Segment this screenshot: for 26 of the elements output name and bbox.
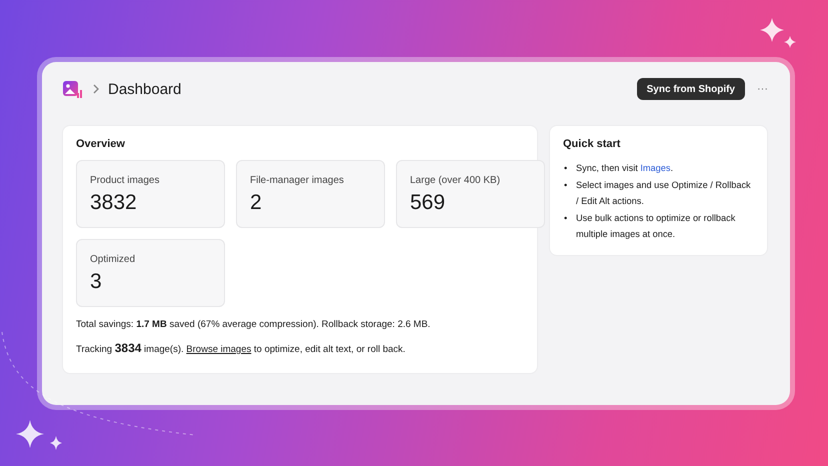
- stat-label: File-manager images: [250, 175, 345, 186]
- browse-images-link[interactable]: Browse images: [186, 344, 252, 355]
- stat-value: 3832: [90, 191, 138, 215]
- bullet: •: [563, 179, 568, 192]
- savings-text: Total savings: 1.7 MB saved (67% average compression). Rollback storage: 2.6 MB.: [76, 319, 432, 330]
- list-item-text: Sync, then visit Images.: [576, 162, 674, 175]
- card-title: Overview: [76, 138, 126, 150]
- chevron-right-icon: [92, 84, 100, 94]
- stat-label: Product images: [90, 175, 160, 186]
- card-title: Quick start: [563, 138, 622, 150]
- list-item-text: Select images and use Optimize / Rollback / Edit Alt actions.: [576, 179, 752, 208]
- list-item-text: Use bulk actions to optimize or rollback multiple images at once.: [576, 212, 736, 241]
- bullet: •: [563, 162, 568, 175]
- bullet: •: [563, 212, 568, 225]
- more-button[interactable]: ···: [755, 83, 770, 95]
- image-app-icon: [62, 79, 82, 99]
- images-link[interactable]: Images: [640, 163, 670, 173]
- sync-button[interactable]: Sync from Shopify: [636, 78, 745, 100]
- stat-label: Optimized: [90, 254, 136, 265]
- page-title: Dashboard: [108, 80, 182, 98]
- sparkle-icon: [758, 16, 798, 50]
- stat-label: Large (over 400 KB): [410, 175, 502, 186]
- stat-value: 569: [410, 191, 446, 215]
- tracking-text: Tracking 3834 image(s). Browse images to optimize, edit alt text, or roll back.: [76, 341, 406, 355]
- stat-value: 3: [90, 270, 103, 294]
- stat-value: 2: [250, 191, 263, 215]
